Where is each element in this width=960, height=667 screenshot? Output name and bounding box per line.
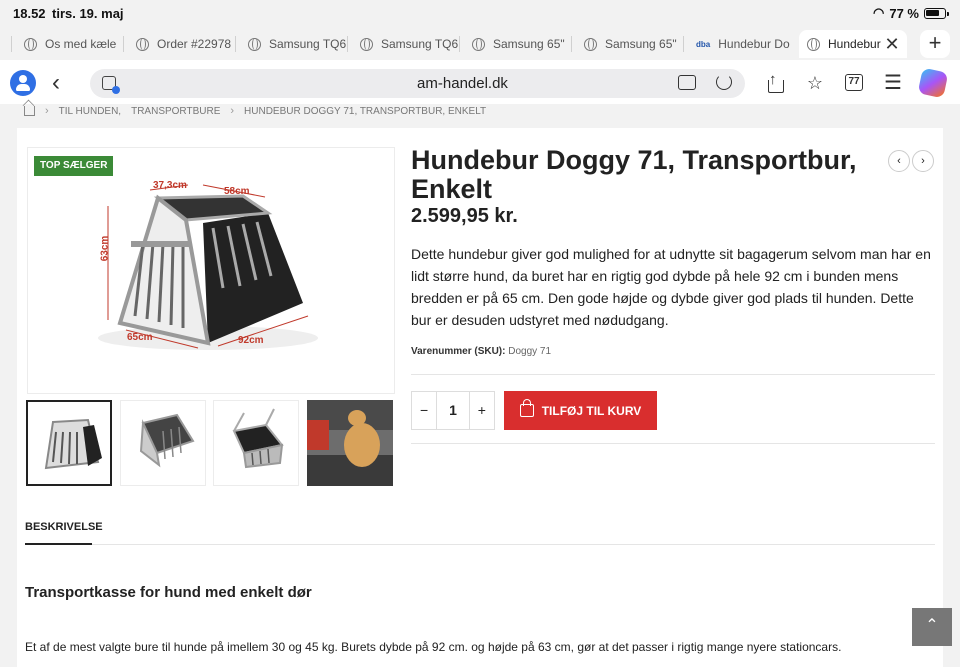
tabs-divider (25, 544, 935, 545)
thumbnail-car-dog-photo (307, 400, 393, 486)
globe-icon (807, 37, 820, 51)
tab-partial[interactable] (0, 30, 12, 58)
divider (411, 374, 935, 375)
globe-icon (584, 37, 597, 51)
product-main-image[interactable] (27, 147, 395, 394)
dim-label: 92cm (238, 335, 264, 346)
new-tab-button[interactable]: + (920, 30, 950, 58)
tab-description[interactable]: BESKRIVELSE (25, 521, 103, 533)
shopping-bag-icon (519, 399, 534, 417)
battery-percent: 77 % (889, 5, 919, 21)
close-icon[interactable]: ✕ (884, 35, 900, 53)
favorite-star-icon[interactable]: ☆ (805, 72, 825, 94)
tab-item[interactable]: Order #22978 (136, 30, 236, 58)
menu-icon[interactable]: ☰ (883, 72, 903, 94)
product-price: 2.599,95 kr. (411, 205, 518, 227)
thumbnail-3[interactable] (213, 400, 299, 486)
tab-item[interactable]: dba Hundebur Do (696, 30, 792, 58)
dim-label: 58cm (224, 186, 250, 197)
globe-icon (360, 37, 373, 51)
breadcrumb: › TIL HUNDEN, TRANSPORTBURE › HUNDEBUR D… (24, 104, 486, 118)
tab-label: Samsung 65" (605, 37, 677, 51)
status-bar: 18.52 tirs. 19. maj ◠ 77 % (0, 0, 960, 26)
divider (411, 443, 935, 444)
tab-bar: Os med kæle Order #22978 Samsung TQ6 Sam… (0, 28, 960, 60)
tab-label: Order #22978 (157, 37, 232, 51)
thumbnail-1[interactable] (26, 400, 112, 486)
tab-item[interactable]: Os med kæle (24, 30, 124, 58)
quantity-input[interactable]: 1 (436, 392, 470, 429)
add-to-cart-label: TILFØJ TIL KURV (541, 403, 642, 418)
tab-label: Hundebur (828, 37, 881, 51)
thumbnail-crate-icon (139, 413, 195, 468)
scroll-to-top-button[interactable]: ⌃ (912, 608, 952, 646)
dim-label: 37,3cm (153, 180, 187, 191)
dog-crate-illustration (98, 184, 318, 350)
dim-label: 63cm (99, 235, 111, 262)
thumbnail-crate-icon (44, 418, 102, 470)
tab-label: Hundebur Do (718, 37, 790, 51)
sku-value: Doggy 71 (508, 346, 552, 357)
sku-label: Varenummer (SKU): (411, 346, 506, 357)
address-bar[interactable]: am-handel.dk (90, 69, 745, 98)
product-title: Hundebur Doggy 71, Transportbur, Enkelt (411, 145, 857, 204)
globe-icon (24, 37, 37, 51)
tab-label: Samsung TQ6 (269, 37, 347, 51)
globe-icon (472, 37, 485, 51)
tab-count-button[interactable]: 77 (845, 74, 863, 91)
dba-logo-icon: dba (696, 39, 711, 49)
tab-label: Samsung 65" (493, 37, 565, 51)
reload-icon[interactable] (716, 74, 732, 90)
chevron-right-icon: › (230, 105, 235, 117)
quantity-stepper: − 1 + (411, 391, 495, 430)
battery-fill (926, 9, 939, 16)
next-product-button[interactable]: › (912, 150, 934, 172)
wifi-icon: ◠ (873, 5, 885, 20)
reader-mode-icon[interactable] (678, 75, 696, 90)
thumbnail-crate-icon (232, 408, 284, 469)
tab-label: Samsung TQ6 (381, 37, 459, 51)
add-to-cart-button[interactable]: TILFØJ TIL KURV (504, 391, 657, 430)
status-right: ◠ 77 % (873, 5, 949, 21)
globe-icon (136, 37, 149, 51)
increase-quantity-button[interactable]: + (470, 392, 494, 429)
tab-label: Os med kæle (45, 37, 117, 51)
share-icon[interactable] (766, 69, 786, 94)
tab-item[interactable]: Samsung TQ6 (360, 30, 460, 58)
breadcrumb-current: HUNDEBUR DOGGY 71, TRANSPORTBUR, ENKELT (244, 105, 487, 117)
chevron-right-icon: › (45, 105, 49, 117)
breadcrumb-link[interactable]: TIL HUNDEN, (59, 106, 121, 117)
breadcrumb-link[interactable]: TRANSPORTBURE (131, 106, 220, 117)
tab-item[interactable]: Samsung TQ6 (248, 30, 348, 58)
previous-product-button[interactable]: ‹ (888, 150, 910, 172)
dim-label: 65cm (127, 332, 153, 343)
product-sku: Varenummer (SKU): Doggy 71 (411, 346, 551, 357)
thumbnail-4[interactable] (307, 400, 393, 486)
decrease-quantity-button[interactable]: − (412, 392, 436, 429)
profile-avatar[interactable] (10, 70, 36, 96)
top-seller-badge: TOP SÆLGER (34, 156, 114, 176)
tab-item[interactable]: Samsung 65" (584, 30, 684, 58)
home-icon[interactable] (24, 106, 35, 116)
back-icon[interactable]: ‹ (52, 70, 60, 96)
status-time: 18.52 (13, 6, 46, 21)
active-tab-indicator (25, 543, 92, 545)
description-text: Et af de mest valgte bure til hunde på i… (25, 640, 842, 654)
product-description: Dette hundebur giver god mulighed for at… (411, 246, 931, 328)
globe-icon (248, 37, 261, 51)
thumbnail-2[interactable] (120, 400, 206, 486)
status-date: tirs. 19. maj (52, 6, 124, 21)
description-heading: Transportkasse for hund med enkelt dør (25, 584, 312, 601)
battery-icon (924, 7, 949, 19)
tab-item[interactable]: Samsung 65" (472, 30, 572, 58)
